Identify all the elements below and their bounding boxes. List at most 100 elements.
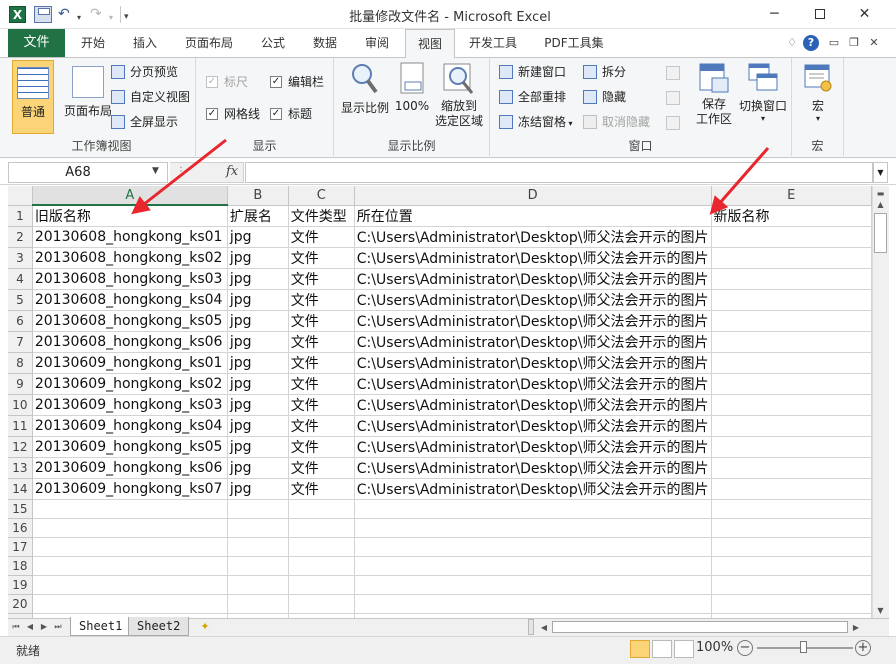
cell[interactable]: C:\Users\Administrator\Desktop\师父法会开示的图片 [354, 415, 712, 437]
zoom-in-icon[interactable]: + [855, 640, 871, 656]
formula-bar-checkbox[interactable]: ✓ 编辑栏 [270, 72, 324, 92]
page-layout-status-button[interactable] [652, 640, 672, 658]
cell[interactable]: jpg [227, 268, 289, 290]
cell[interactable]: 20130609_hongkong_ks01 [32, 352, 228, 374]
cell[interactable] [354, 575, 712, 595]
row-header[interactable]: 8 [8, 352, 33, 374]
scroll-left-icon[interactable]: ◀ [538, 619, 550, 636]
row-header[interactable]: 11 [8, 415, 33, 437]
cell[interactable]: C:\Users\Administrator\Desktop\师父法会开示的图片 [354, 289, 712, 311]
hide-button[interactable]: 隐藏 [582, 87, 626, 107]
cell[interactable]: jpg [227, 247, 289, 269]
cell[interactable] [32, 575, 228, 595]
cell[interactable] [227, 575, 289, 595]
row-header[interactable]: 18 [8, 556, 33, 576]
cell[interactable]: 20130608_hongkong_ks01 [32, 226, 228, 248]
synchronous-scrolling-icon[interactable] [666, 91, 680, 105]
column-header-c[interactable]: C [288, 186, 355, 206]
freeze-panes-button[interactable]: 冻结窗格 ▾ [498, 112, 573, 132]
cell[interactable] [354, 537, 712, 557]
cell[interactable]: 文件 [288, 457, 355, 479]
cell[interactable] [227, 556, 289, 576]
cell[interactable] [288, 537, 355, 557]
cell[interactable] [711, 478, 872, 500]
cell[interactable]: 扩展名 [227, 205, 289, 227]
split-button[interactable]: 拆分 [582, 62, 626, 82]
headings-checkbox[interactable]: ✓ 标题 [270, 104, 312, 124]
cell[interactable]: 20130609_hongkong_ks03 [32, 394, 228, 416]
tab-home[interactable]: 开始 [72, 29, 114, 57]
redo-icon[interactable]: ↷ [90, 5, 102, 24]
cell[interactable]: 20130609_hongkong_ks02 [32, 373, 228, 395]
cell[interactable] [32, 594, 228, 614]
vertical-scroll-thumb[interactable] [874, 213, 887, 253]
redo-dropdown-icon[interactable]: ▾ [109, 8, 113, 27]
save-icon[interactable] [34, 6, 52, 23]
row-header[interactable]: 6 [8, 310, 33, 332]
cell[interactable] [288, 499, 355, 519]
row-header[interactable]: 14 [8, 478, 33, 500]
zoom-out-icon[interactable]: − [737, 640, 753, 656]
cell[interactable]: 20130608_hongkong_ks03 [32, 268, 228, 290]
last-sheet-icon[interactable]: ⏭ [52, 618, 64, 635]
row-header[interactable]: 2 [8, 226, 33, 248]
cell[interactable]: 20130608_hongkong_ks04 [32, 289, 228, 311]
formula-input[interactable] [245, 162, 873, 183]
normal-view-status-button[interactable] [630, 640, 650, 658]
column-header-b[interactable]: B [227, 186, 289, 206]
column-header-a[interactable]: A [32, 186, 228, 206]
cell[interactable] [711, 331, 872, 353]
cell[interactable]: jpg [227, 226, 289, 248]
cell[interactable]: 文件 [288, 394, 355, 416]
row-header[interactable]: 20 [8, 594, 33, 614]
row-header[interactable]: 13 [8, 457, 33, 479]
select-all-corner[interactable] [8, 186, 33, 206]
undo-icon[interactable]: ↶ [58, 5, 70, 24]
row-header[interactable]: 9 [8, 373, 33, 395]
row-header[interactable]: 15 [8, 499, 33, 519]
tab-data[interactable]: 数据 [304, 29, 346, 57]
row-header[interactable]: 7 [8, 331, 33, 353]
cell[interactable]: C:\Users\Administrator\Desktop\师父法会开示的图片 [354, 226, 712, 248]
cell[interactable] [288, 575, 355, 595]
cell[interactable] [711, 457, 872, 479]
cell[interactable] [711, 556, 872, 576]
workbook-close-icon[interactable]: ✕ [866, 35, 882, 51]
tab-formulas[interactable]: 公式 [252, 29, 294, 57]
workbook-minimize-icon[interactable]: ▭ [826, 35, 842, 51]
cell[interactable]: 文件 [288, 373, 355, 395]
cell[interactable]: 20130608_hongkong_ks02 [32, 247, 228, 269]
cell[interactable]: 20130609_hongkong_ks06 [32, 457, 228, 479]
normal-view-button[interactable]: 普通 [12, 60, 54, 134]
page-break-status-button[interactable] [674, 640, 694, 658]
cell[interactable] [711, 226, 872, 248]
zoom-slider-thumb[interactable] [800, 641, 807, 653]
close-button[interactable]: ✕ [842, 0, 887, 29]
cell[interactable]: C:\Users\Administrator\Desktop\师父法会开示的图片 [354, 352, 712, 374]
resize-handle-icon[interactable]: ⋮ [176, 162, 186, 181]
cell[interactable]: 所在位置 [354, 205, 712, 227]
cell[interactable] [227, 537, 289, 557]
switch-windows-button[interactable]: 切换窗口 ▾ [736, 62, 790, 123]
cell[interactable]: C:\Users\Administrator\Desktop\师父法会开示的图片 [354, 457, 712, 479]
row-header[interactable]: 4 [8, 268, 33, 290]
cell[interactable]: C:\Users\Administrator\Desktop\师父法会开示的图片 [354, 268, 712, 290]
cell[interactable]: C:\Users\Administrator\Desktop\师父法会开示的图片 [354, 478, 712, 500]
macros-button[interactable]: 宏 ▾ [798, 62, 838, 123]
cell[interactable]: C:\Users\Administrator\Desktop\师父法会开示的图片 [354, 247, 712, 269]
zoom-100-button[interactable]: 100% [394, 62, 430, 113]
gridlines-checkbox[interactable]: ✓ 网格线 [206, 104, 260, 124]
row-header[interactable]: 1 [8, 205, 33, 227]
cell[interactable]: C:\Users\Administrator\Desktop\师父法会开示的图片 [354, 331, 712, 353]
zoom-level[interactable]: 100% [696, 640, 733, 655]
cell[interactable]: jpg [227, 373, 289, 395]
cell[interactable]: jpg [227, 289, 289, 311]
cell[interactable] [32, 499, 228, 519]
tab-file[interactable]: 文件 [8, 29, 65, 57]
tab-review[interactable]: 审阅 [356, 29, 398, 57]
cell[interactable] [354, 556, 712, 576]
new-window-button[interactable]: 新建窗口 [498, 62, 566, 82]
cell[interactable] [354, 594, 712, 614]
minimize-button[interactable]: ─ [752, 0, 797, 29]
cell[interactable]: 20130609_hongkong_ks07 [32, 478, 228, 500]
